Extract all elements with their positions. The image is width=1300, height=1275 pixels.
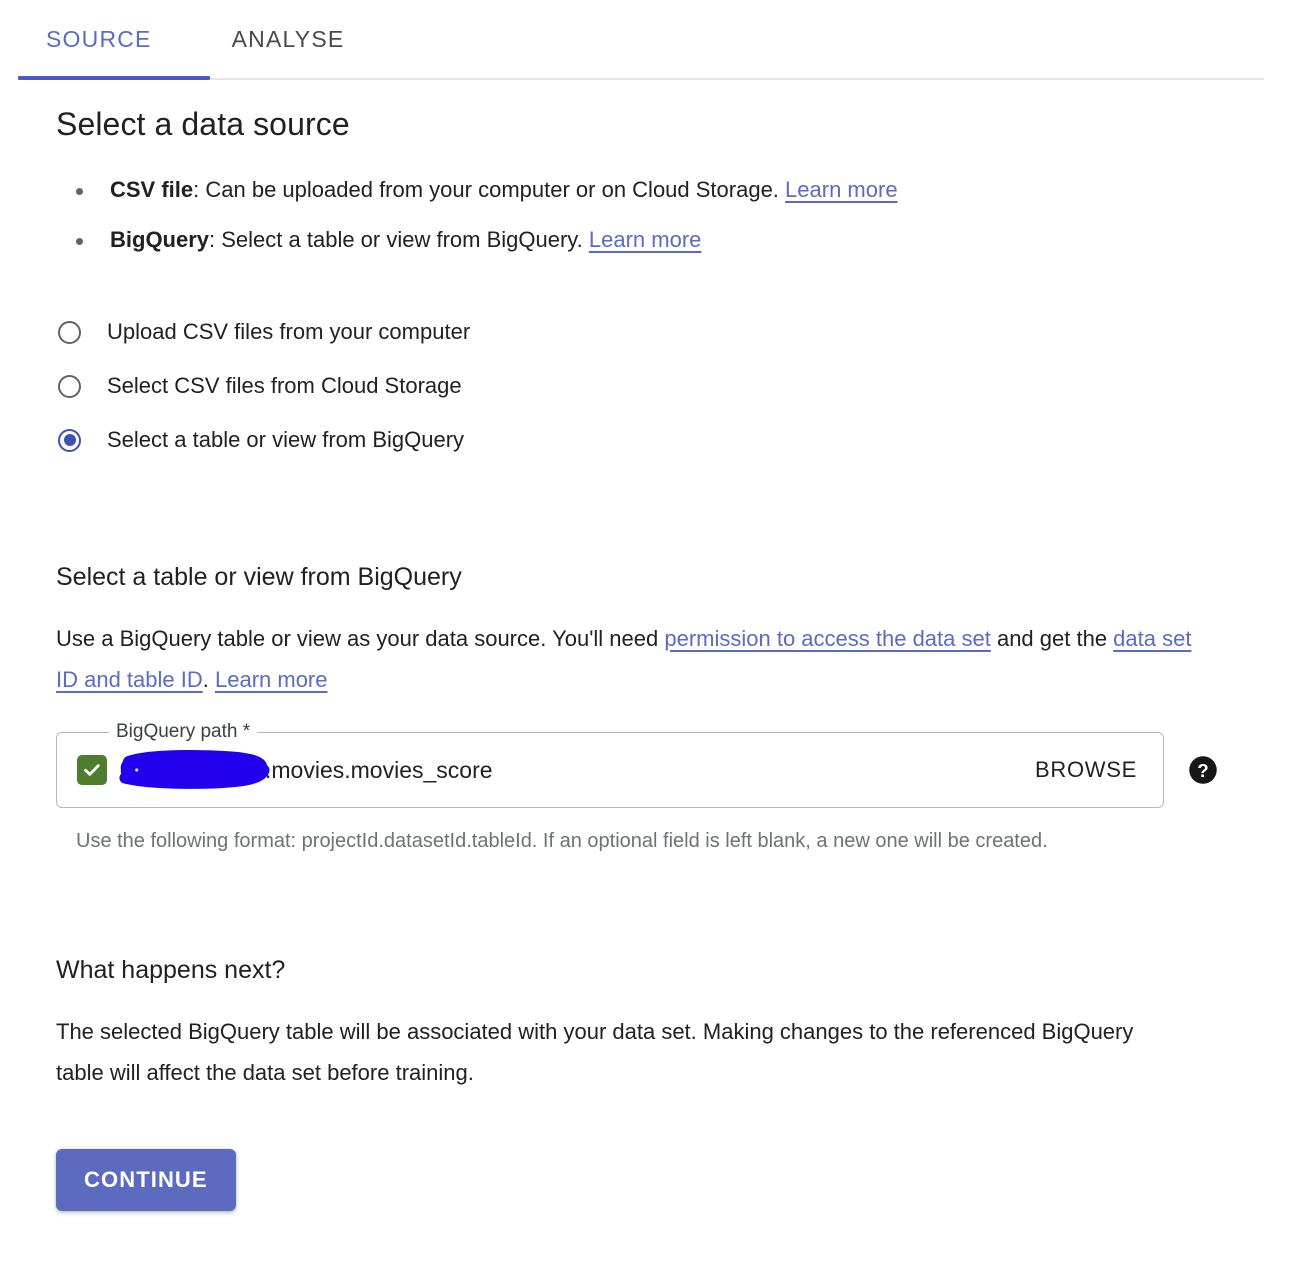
tab-active-indicator (18, 76, 210, 80)
tab-bar: SOURCE ANALYSE (0, 0, 1300, 80)
data-source-radio-group: Upload CSV files from your computer Sele… (56, 305, 1264, 467)
radio-label-upload-csv: Upload CSV files from your computer (107, 319, 471, 344)
valid-check-icon (77, 755, 107, 785)
redaction-scribble-icon (119, 750, 270, 789)
source-type-list: CSV file: Can be uploaded from your comp… (56, 165, 1264, 265)
bullet-text-csv: : Can be uploaded from your computer or … (193, 177, 786, 202)
desc-text-part1: Use a BigQuery table or view as your dat… (56, 626, 665, 651)
continue-button[interactable]: CONTINUE (56, 1149, 236, 1211)
bigquery-path-field[interactable]: BigQuery path * .movies.movies_score BRO… (56, 721, 1164, 808)
what-happens-next-title: What happens next? (56, 956, 286, 984)
bigquery-path-text: .movies.movies_score (265, 756, 493, 783)
list-item-bigquery: BigQuery: Select a table or view from Bi… (56, 215, 1264, 265)
help-circle-icon[interactable]: ? (1188, 755, 1218, 785)
bigquery-path-hint: Use the following format: projectId.data… (76, 830, 1048, 852)
desc-text-part2: and get the (990, 626, 1114, 651)
bigquery-path-value[interactable]: .movies.movies_score (113, 733, 1031, 807)
bullet-term-csv: CSV file (110, 177, 194, 202)
bigquery-section-description: Use a BigQuery table or view as your dat… (56, 618, 1216, 700)
radio-label-cloud-storage: Select CSV files from Cloud Storage (107, 373, 462, 398)
list-item-csv: CSV file: Can be uploaded from your comp… (56, 165, 1264, 215)
tab-analyse[interactable]: ANALYSE (204, 26, 373, 77)
bigquery-section-title: Select a table or view from BigQuery (56, 563, 462, 591)
bullet-text-bigquery: : Select a table or view from BigQuery. (209, 227, 589, 252)
permission-link[interactable]: permission to access the data set (664, 626, 991, 651)
svg-text:?: ? (1197, 760, 1208, 781)
what-happens-next-description: The selected BigQuery table will be asso… (56, 1019, 1134, 1085)
radio-button-icon-bigquery[interactable] (58, 428, 81, 452)
radio-option-bigquery[interactable]: Select a table or view from BigQuery (56, 413, 1264, 467)
page-title: Select a data source (56, 106, 350, 142)
learn-more-link-bigquery-section[interactable]: Learn more (215, 667, 328, 692)
radio-option-cloud-storage[interactable]: Select CSV files from Cloud Storage (56, 359, 1264, 413)
learn-more-link-bigquery[interactable]: Learn more (589, 227, 702, 252)
radio-button-icon-upload-csv[interactable] (58, 320, 81, 344)
browse-button[interactable]: BROWSE (1031, 749, 1141, 791)
tab-source[interactable]: SOURCE (18, 26, 180, 77)
learn-more-link-csv[interactable]: Learn more (785, 177, 898, 202)
radio-label-bigquery: Select a table or view from BigQuery (107, 427, 465, 452)
radio-button-icon-cloud-storage[interactable] (58, 374, 81, 398)
desc-text-part3: . (202, 667, 215, 692)
radio-option-upload-csv[interactable]: Upload CSV files from your computer (56, 305, 1264, 359)
main-content: Select a data source CSV file: Can be up… (0, 106, 1300, 1211)
bullet-term-bigquery: BigQuery (110, 227, 210, 252)
bigquery-path-field-row: BigQuery path * .movies.movies_score BRO… (56, 721, 1264, 808)
